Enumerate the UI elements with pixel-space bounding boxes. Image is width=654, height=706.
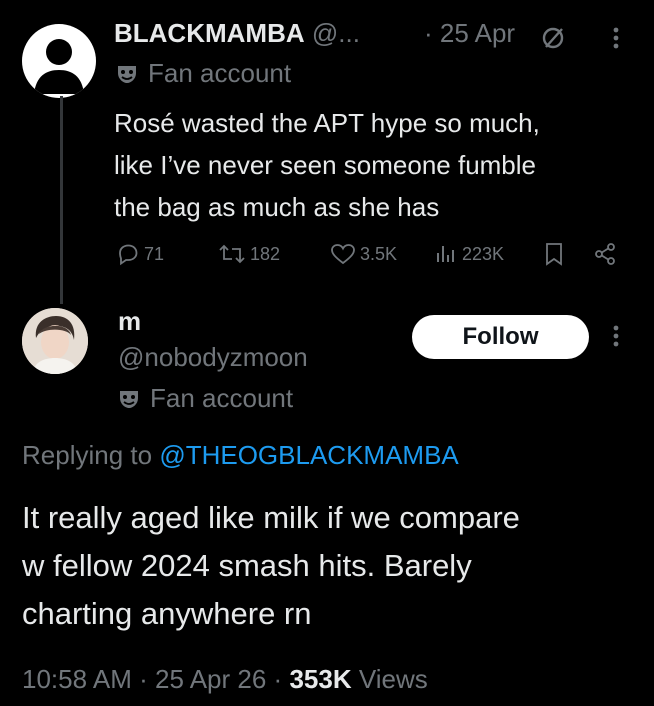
- account-label: Fan account: [148, 58, 292, 88]
- mask-icon: [116, 63, 138, 85]
- more-icon[interactable]: [612, 324, 620, 348]
- views-icon: [437, 246, 454, 262]
- like-count: 3.5K: [360, 243, 398, 264]
- tweet-text-line: the bag as much as she has: [114, 192, 440, 222]
- repost-count: 182: [250, 243, 281, 264]
- no-entry-icon[interactable]: [540, 25, 566, 51]
- tweet-text-line: w fellow 2024 smash hits. Barely: [22, 548, 472, 583]
- tweet-meta: 10:58 AM · 25 Apr 26 · 353K Views: [22, 664, 428, 695]
- follow-button[interactable]: Follow: [412, 315, 589, 359]
- display-name[interactable]: m: [118, 306, 141, 337]
- replying-prefix: Replying to: [22, 440, 153, 470]
- views-action[interactable]: 223K: [434, 242, 504, 266]
- avatar-m[interactable]: [22, 308, 88, 374]
- avatar-blackmamba[interactable]: [22, 24, 96, 98]
- tweet-text: It really aged like milk if we compare w…: [22, 494, 520, 638]
- tweet-text-line: charting anywhere rn: [22, 596, 312, 631]
- separator: ·: [273, 664, 283, 694]
- replying-to: Replying to @THEOGBLACKMAMBA: [22, 440, 459, 471]
- tweet-time[interactable]: 10:58 AM: [22, 664, 132, 694]
- tweet-date[interactable]: 25 Apr: [440, 18, 515, 48]
- repost-icon: [219, 244, 245, 264]
- profile-photo-icon: [22, 308, 88, 374]
- handle[interactable]: @nobodyzmoon: [118, 342, 308, 373]
- mention-link[interactable]: @THEOGBLACKMAMBA: [159, 440, 458, 470]
- handle[interactable]: @...: [312, 18, 360, 48]
- tweet-text-line: It really aged like milk if we compare: [22, 500, 520, 535]
- account-label: Fan account: [150, 383, 294, 413]
- display-name[interactable]: BLACKMAMBA: [114, 18, 305, 48]
- share-icon[interactable]: [593, 242, 617, 266]
- more-icon[interactable]: [612, 26, 620, 50]
- views-label: Views: [358, 664, 428, 694]
- reply-count: 71: [144, 243, 165, 264]
- tweet-text: Rosé wasted the APT hype so much, like I…: [114, 102, 540, 228]
- like-icon: [331, 244, 355, 265]
- default-avatar-icon: [34, 39, 84, 94]
- like-action[interactable]: 3.5K: [330, 242, 397, 266]
- separator: ·: [424, 18, 433, 48]
- reply-action[interactable]: 71: [116, 242, 164, 266]
- tweet-date[interactable]: 25 Apr 26: [155, 664, 266, 694]
- views-count[interactable]: 353K: [289, 664, 351, 694]
- thread-line: [60, 96, 63, 304]
- separator: ·: [139, 664, 148, 694]
- reply-icon: [119, 244, 138, 266]
- views-count: 223K: [462, 243, 505, 264]
- bookmark-icon[interactable]: [543, 242, 565, 266]
- mask-icon: [118, 388, 140, 410]
- tweet-text-line: like I’ve never seen someone fumble: [114, 150, 537, 180]
- repost-action[interactable]: 182: [218, 242, 280, 266]
- tweet-text-line: Rosé wasted the APT hype so much,: [114, 108, 540, 138]
